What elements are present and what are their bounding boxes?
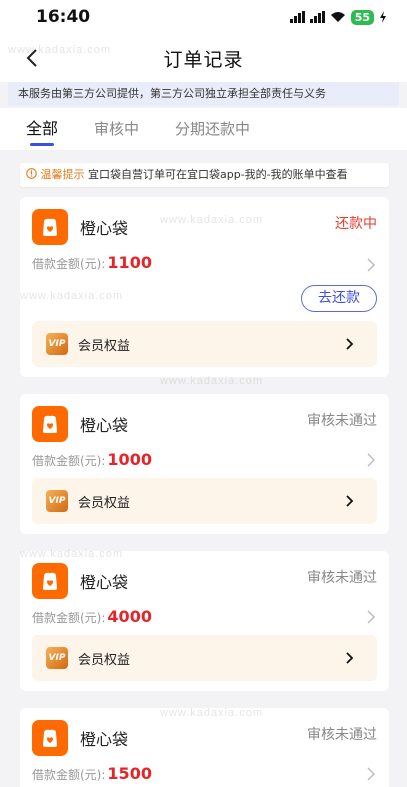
charging-icon [380, 11, 386, 23]
brand-name: 橙心袋 [80, 219, 129, 238]
order-card[interactable]: 橙心袋 还款中 借款金额(元): 1100 去还款 VIP 会员权益 [20, 197, 389, 377]
order-brand: 橙心袋 [32, 406, 128, 442]
amount-value: 1100 [107, 253, 152, 272]
chevron-right-icon [346, 338, 354, 350]
amount-label: 借款金额(元): [32, 768, 106, 782]
amount-label: 借款金额(元): [32, 454, 106, 468]
tip-banner: 温馨提示 宜口袋自营订单可在宜口袋app-我的-我的账单中查看 [20, 163, 389, 187]
status-time: 16:40 [36, 7, 91, 27]
battery-icon: 55 [350, 9, 374, 25]
signal-icon-2 [309, 11, 325, 23]
order-brand: 橙心袋 [32, 720, 128, 756]
order-card[interactable]: 橙心袋 审核未通过 借款金额(元): 4000 VIP 会员权益 [20, 551, 389, 691]
amount-label: 借款金额(元): [32, 257, 106, 271]
tip-text: 宜口袋自营订单可在宜口袋app-我的-我的账单中查看 [88, 168, 348, 181]
member-benefits[interactable]: VIP 会员权益 [32, 635, 377, 681]
status-icons: 55 [289, 9, 387, 25]
brand-logo-icon [32, 209, 68, 245]
tab-bar: 全部 审核中 分期还款中 [0, 108, 407, 150]
chevron-right-icon[interactable] [365, 452, 377, 468]
vip-icon: VIP [46, 333, 68, 355]
amount-value: 1500 [107, 764, 152, 783]
vip-icon: VIP [46, 490, 68, 512]
loan-amount: 借款金额(元): 1500 [32, 764, 152, 783]
member-label: 会员权益 [78, 652, 131, 668]
repay-button[interactable]: 去还款 [301, 285, 377, 312]
order-brand: 橙心袋 [32, 563, 128, 599]
loan-amount: 借款金额(元): 1100 [32, 253, 152, 272]
vip-icon: VIP [46, 647, 68, 669]
brand-name: 橙心袋 [80, 730, 129, 749]
tab-installment[interactable]: 分期还款中 [175, 108, 250, 150]
order-status: 审核未通过 [307, 570, 377, 586]
chevron-right-icon [346, 652, 354, 664]
tab-all[interactable]: 全部 [26, 108, 58, 150]
order-card[interactable]: 橙心袋 审核未通过 借款金额(元): 1500 [20, 708, 389, 787]
wifi-icon [330, 12, 345, 22]
chevron-left-icon [26, 49, 37, 67]
brand-logo-icon [32, 563, 68, 599]
brand-logo-icon [32, 720, 68, 756]
order-status: 审核未通过 [307, 413, 377, 429]
brand-name: 橙心袋 [80, 416, 129, 435]
member-label: 会员权益 [78, 495, 131, 511]
brand-logo-icon [32, 406, 68, 442]
chevron-right-icon[interactable] [365, 257, 377, 273]
tab-reviewing[interactable]: 审核中 [94, 108, 139, 150]
order-status: 审核未通过 [307, 727, 377, 743]
page-title: 订单记录 [163, 48, 244, 71]
amount-value: 1000 [107, 450, 152, 469]
order-card[interactable]: 橙心袋 审核未通过 借款金额(元): 1000 VIP 会员权益 [20, 394, 389, 534]
member-benefits[interactable]: VIP 会员权益 [32, 478, 377, 524]
order-brand: 橙心袋 [32, 209, 128, 245]
loan-amount: 借款金额(元): 4000 [32, 607, 152, 626]
member-label: 会员权益 [78, 338, 131, 354]
status-bar: 16:40 55 [0, 0, 407, 34]
service-notice: 本服务由第三方公司提供，第三方公司独立承担全部责任与义务 [8, 82, 399, 106]
order-status: 还款中 [335, 216, 377, 232]
tip-prefix: 温馨提示 [40, 168, 85, 181]
amount-value: 4000 [107, 607, 152, 626]
back-button[interactable] [18, 44, 46, 72]
loan-amount: 借款金额(元): 1000 [32, 450, 152, 469]
info-icon [26, 168, 37, 179]
chevron-right-icon [346, 495, 354, 507]
amount-label: 借款金额(元): [32, 611, 106, 625]
nav-bar: 订单记录 [0, 34, 407, 82]
chevron-right-icon[interactable] [365, 766, 377, 782]
signal-icon [289, 11, 305, 23]
member-benefits[interactable]: VIP 会员权益 [32, 321, 377, 367]
brand-name: 橙心袋 [80, 573, 129, 592]
chevron-right-icon[interactable] [365, 609, 377, 625]
